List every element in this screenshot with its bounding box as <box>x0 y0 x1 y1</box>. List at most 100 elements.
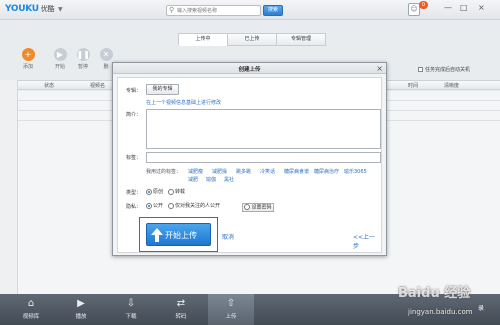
search-icon: ⚲ <box>169 6 175 14</box>
privacy-public-radio[interactable]: 公开 <box>146 202 163 209</box>
download-icon: ⇩ <box>126 298 136 309</box>
start-upload-label: 开始上传 <box>165 231 197 240</box>
nav-transcode[interactable]: ⇄ 转码 <box>158 294 204 325</box>
play-circle-icon: ▶ <box>77 298 85 309</box>
column-status[interactable]: 状态 <box>44 82 54 89</box>
baidu-watermark: Baidu 经验 <box>398 286 471 301</box>
pause-button[interactable]: ❚❚ 暂停 <box>72 48 94 70</box>
search-box[interactable]: ⚲ <box>166 5 261 16</box>
dialog-title: 创建上传 <box>238 67 261 73</box>
add-label: 添加 <box>22 64 33 70</box>
category-original-radio[interactable]: 原创 <box>146 188 163 195</box>
tab-uploading[interactable]: 上传中 <box>178 33 228 46</box>
close-icon[interactable]: × <box>478 3 485 12</box>
dialog-body: 专辑： 我的专辑 在上一个视频信息基础上进行修改 简介： 标签： 我用过的标签：… <box>117 77 382 253</box>
used-tag[interactable]: 糖尿病食谱 <box>284 168 309 175</box>
chevron-down-icon[interactable]: ▼ <box>58 6 63 13</box>
tab-uploaded[interactable]: 已上传 <box>227 33 277 46</box>
intro-textarea[interactable] <box>146 109 381 149</box>
tags-input[interactable] <box>146 152 381 163</box>
used-tag[interactable]: 糖尿病治疗 <box>314 168 339 175</box>
start-button[interactable]: ▶ 开始 <box>49 48 71 70</box>
category-label: 类型： <box>126 190 142 196</box>
auto-shutdown-label: 任务完成后自动关机 <box>425 67 471 73</box>
dialog-close-icon[interactable]: × <box>376 63 383 74</box>
used-tag[interactable]: 减肥瘦 <box>188 168 203 175</box>
auto-shutdown-option[interactable]: 任务完成后自动关机 <box>418 66 470 73</box>
used-tag[interactable]: 瑜乐3065 <box>344 168 367 175</box>
start-upload-button[interactable]: 开始上传 <box>146 223 211 246</box>
pause-icon: ❚❚ <box>76 48 90 61</box>
modify-previous-link[interactable]: 在上一个视频信息基础上进行修改 <box>146 99 221 106</box>
nav-download-label: 下载 <box>125 314 137 320</box>
title-bar: YOUKU优酷 ▼ ⚲ 搜索 ☺ 0 — □ × <box>0 0 500 20</box>
tab-bar: 上传中 已上传 专辑管理 <box>178 33 326 46</box>
play-icon: ▶ <box>53 48 67 61</box>
used-tags-label: 我用过的标签： <box>146 169 182 175</box>
add-button[interactable]: + 添加 <box>17 48 39 70</box>
privacy-followers-label: 仅对我关注的人公开 <box>175 203 221 209</box>
start-label: 开始 <box>54 64 65 70</box>
category-repost-label: 转载 <box>175 189 186 195</box>
privacy-password-radio[interactable]: 设置密码 <box>242 203 274 212</box>
logo-cn-text: 优酷 <box>40 5 55 13</box>
collection-label: 专辑： <box>126 88 142 94</box>
column-video-name[interactable]: 视频名 <box>90 82 105 89</box>
cancel-link[interactable]: 取消 <box>222 232 234 241</box>
nav-play[interactable]: ▶ 播放 <box>58 294 104 325</box>
nav-download[interactable]: ⇩ 下载 <box>108 294 154 325</box>
radio-unselected[interactable] <box>168 202 174 209</box>
nav-video-library[interactable]: ⌂ 视频库 <box>8 294 54 325</box>
used-tag[interactable]: 减肥操 <box>212 168 227 175</box>
radio-unselected[interactable] <box>168 188 174 195</box>
home-icon: ⌂ <box>27 298 35 309</box>
plus-icon: + <box>21 48 35 61</box>
nav-video-library-label: 视频库 <box>22 314 40 320</box>
record-label[interactable]: 录 <box>478 303 484 312</box>
maximize-icon[interactable]: □ <box>460 3 468 12</box>
privacy-followers-radio[interactable]: 仅对我关注的人公开 <box>168 202 220 209</box>
pause-label: 暂停 <box>77 64 88 70</box>
notification-badge: 0 <box>419 1 428 9</box>
tags-label: 标签： <box>126 155 142 161</box>
previous-step-link[interactable]: <<上一步 <box>353 232 381 250</box>
intro-label: 简介： <box>126 112 142 118</box>
nav-upload[interactable]: ⇧ 上传 <box>208 294 254 325</box>
upload-arrow-icon <box>151 228 163 242</box>
used-tag[interactable]: 跳多跳 <box>236 168 251 175</box>
dialog-title-bar: 创建上传 × <box>113 63 386 74</box>
column-quality[interactable]: 清晰度 <box>444 82 459 89</box>
upload-icon: ⇧ <box>226 298 236 309</box>
radio-selected[interactable] <box>146 188 152 195</box>
category-original-label: 原创 <box>153 189 164 195</box>
privacy-label: 隐私： <box>126 204 142 210</box>
auto-shutdown-checkbox[interactable] <box>418 67 423 72</box>
search-button[interactable]: 搜索 <box>263 5 283 16</box>
delete-icon: ✕ <box>99 48 113 61</box>
privacy-public-label: 公开 <box>153 203 164 209</box>
tab-album-manage[interactable]: 专辑管理 <box>276 33 326 46</box>
transcode-icon: ⇄ <box>176 298 186 309</box>
nav-upload-label: 上传 <box>225 314 237 320</box>
nav-play-label: 播放 <box>75 314 87 320</box>
used-tag[interactable]: 瑜伽 <box>206 176 216 183</box>
used-tag[interactable]: 减肥 <box>188 176 198 183</box>
left-strip <box>0 80 18 294</box>
my-collection-button[interactable]: 我的专辑 <box>146 84 179 95</box>
create-upload-dialog: 创建上传 × 专辑： 我的专辑 在上一个视频信息基础上进行修改 简介： 标签： … <box>112 62 387 256</box>
used-tag[interactable]: 黑社 <box>224 176 234 183</box>
search-input[interactable] <box>177 7 259 15</box>
category-repost-radio[interactable]: 转载 <box>168 188 185 195</box>
radio-selected[interactable] <box>146 202 152 209</box>
nav-transcode-label: 转码 <box>175 314 187 320</box>
upload-highlight-box: 开始上传 <box>139 217 218 252</box>
column-time[interactable]: 时间 <box>408 82 418 89</box>
minimize-icon[interactable]: — <box>444 3 452 12</box>
delete-label: 删 <box>103 64 109 70</box>
app-logo[interactable]: YOUKU 优酷 <box>5 4 54 14</box>
used-tag[interactable]: 冷笑话 <box>260 168 275 175</box>
baidu-watermark-url: jingyan.baidu.com <box>408 308 473 316</box>
privacy-password-label: 设置密码 <box>251 204 272 211</box>
logo-text: YOUKU <box>5 4 39 14</box>
radio-unselected[interactable] <box>244 204 251 210</box>
